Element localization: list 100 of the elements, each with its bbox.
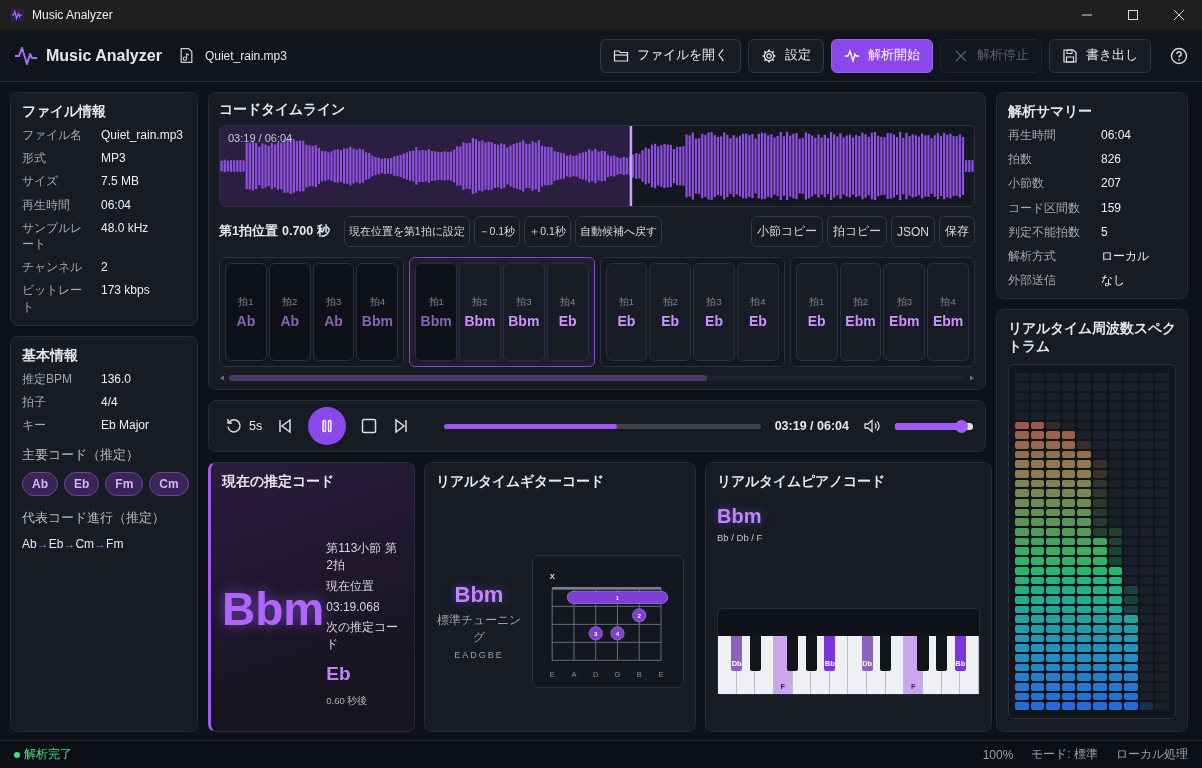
- chord-chip: Ab: [22, 472, 58, 497]
- info-value: MP3: [101, 150, 127, 167]
- info-label: 拍子: [22, 393, 47, 411]
- play-pause-button[interactable]: [308, 407, 347, 445]
- beat-cell[interactable]: 拍4 Ebm: [927, 263, 969, 362]
- time-label: 03:19 / 06:04: [228, 132, 293, 144]
- beat-cell[interactable]: 拍4 Eb: [546, 263, 589, 362]
- measure-block[interactable]: 拍1 Eb 拍2 Eb 拍3 Eb 拍4 Eb: [599, 257, 785, 368]
- panel-title: 基本情報: [22, 346, 79, 365]
- horizontal-scrollbar[interactable]: [229, 375, 965, 382]
- summary-label: 再生時間: [1008, 127, 1057, 144]
- current-chord: Bbm: [222, 582, 325, 636]
- timeline-button[interactable]: －0.1秒: [473, 216, 521, 248]
- info-value: 2: [101, 259, 109, 276]
- panel-title: リアルタイム周波数スペクトラム: [1008, 320, 1176, 357]
- timeline-button[interactable]: 保存: [939, 216, 975, 248]
- app-icon: [10, 8, 24, 22]
- piano-chord-name: Bbm: [717, 505, 763, 528]
- chord-notes: Bb / Db / F: [717, 532, 764, 543]
- beat-cell[interactable]: 拍3 Ab: [312, 263, 355, 362]
- beat-cell[interactable]: 拍3 Bbm: [502, 263, 545, 362]
- position-label: 現在位置: [326, 577, 376, 595]
- beat-cell[interactable]: 拍3 Ebm: [883, 263, 926, 362]
- status-dot-icon: [14, 751, 20, 758]
- string-label: E: [658, 669, 664, 679]
- beat-cell[interactable]: 拍2 Ab: [268, 263, 311, 362]
- measure-block[interactable]: 拍1 Eb 拍2 Ebm 拍3 Ebm 拍4 Ebm: [789, 257, 975, 368]
- timeline-button[interactable]: 拍コピー: [827, 216, 887, 248]
- beat-cell[interactable]: 拍4 Bbm: [356, 263, 399, 362]
- seek-bar[interactable]: [444, 423, 761, 429]
- toolbar-button[interactable]: 解析開始: [831, 38, 933, 73]
- scroll-left-arrow-icon[interactable]: [219, 375, 225, 382]
- save-icon: [1062, 47, 1078, 64]
- tuning-label: 標準チューニング: [436, 612, 522, 646]
- summary-value: 207: [1101, 175, 1123, 192]
- panel-title: ファイル情報: [22, 103, 107, 121]
- string-label: D: [592, 669, 599, 679]
- beat-cell[interactable]: 拍2 Eb: [649, 263, 692, 362]
- section-label: 主要コード（推定）: [22, 447, 140, 465]
- muted-string-mark: X: [549, 571, 555, 581]
- next-chord-label: 次の推定コード: [326, 619, 400, 653]
- timeline-button[interactable]: 現在位置を第1拍に設定: [343, 216, 470, 248]
- folder-icon: [613, 47, 629, 64]
- toolbar-button[interactable]: 設定: [748, 38, 824, 73]
- summary-value: なし: [1101, 272, 1126, 289]
- info-value: 136.0: [101, 370, 133, 387]
- stop-icon[interactable]: [360, 417, 379, 435]
- summary-label: 解析方式: [1008, 247, 1057, 265]
- string-label: G: [614, 669, 621, 679]
- summary-value: 5: [1101, 223, 1109, 240]
- waveform-icon: [844, 47, 860, 64]
- beat-cell[interactable]: 拍4 Eb: [736, 263, 779, 362]
- zoom-level: 100%: [982, 747, 1014, 762]
- first-beat-label: 第1拍位置: [219, 223, 278, 241]
- slider-thumb[interactable]: [955, 419, 969, 433]
- panel-title: リアルタイムピアノコード: [717, 473, 886, 491]
- replay-button[interactable]: 5s: [225, 417, 263, 435]
- info-label: ビットレート: [22, 282, 83, 315]
- summary-label: 外部送信: [1008, 272, 1057, 289]
- help-icon[interactable]: [1170, 46, 1188, 65]
- summary-label: 判定不能拍数: [1008, 223, 1081, 240]
- summary-label: 小節数: [1008, 175, 1045, 192]
- info-value: Quiet_rain.mp3: [101, 127, 185, 144]
- scroll-right-arrow-icon[interactable]: [969, 375, 975, 382]
- beat-cell[interactable]: 拍1 Bbm: [415, 263, 458, 362]
- info-label: チャンネル: [22, 259, 83, 276]
- measure-block[interactable]: 拍1 Bbm 拍2 Bbm 拍3 Bbm 拍4 Eb: [409, 257, 595, 368]
- beat-cell[interactable]: 拍3 Eb: [693, 263, 735, 362]
- info-value: 06:04: [101, 196, 133, 213]
- summary-value: 826: [1101, 151, 1123, 168]
- info-label: 再生時間: [22, 196, 71, 213]
- beat-cell[interactable]: 拍1 Eb: [795, 263, 838, 362]
- panel-title: 解析サマリー: [1008, 103, 1093, 121]
- timeline-button[interactable]: 自動候補へ戻す: [574, 216, 662, 248]
- beat-cell[interactable]: 拍1 Ab: [225, 263, 267, 362]
- mode-label: モード: 標準: [1031, 746, 1098, 763]
- processing-label: ローカル処理: [1116, 746, 1188, 763]
- waveform-view[interactable]: 03:19 / 06:04: [219, 125, 975, 207]
- section-label: 代表コード進行（推定）: [22, 510, 166, 528]
- next-chord: Eb: [326, 662, 352, 685]
- chord-progression: Ab→Eb→Cm→Fm: [22, 537, 125, 552]
- volume-icon[interactable]: [863, 417, 881, 435]
- beat-cell[interactable]: 拍2 Ebm: [839, 263, 882, 362]
- toolbar-button[interactable]: ファイルを開く: [600, 38, 741, 73]
- timeline-button[interactable]: ＋0.1秒: [524, 216, 571, 248]
- bar-beat-position: 第113小節 第2拍: [326, 540, 398, 574]
- timeline-button[interactable]: 小節コピー: [751, 216, 823, 248]
- info-value: 7.5 MB: [101, 173, 140, 190]
- summary-value: ローカル: [1101, 247, 1150, 265]
- chord-chip: Cm: [149, 472, 189, 497]
- summary-label: コード区間数: [1008, 199, 1081, 216]
- info-value: 4/4: [101, 393, 119, 411]
- info-value: 48.0 kHz: [101, 219, 150, 237]
- settings-icon: [761, 47, 777, 64]
- beat-cell[interactable]: 拍1 Eb: [605, 263, 648, 362]
- timeline-button[interactable]: JSON: [891, 216, 935, 248]
- toolbar-button[interactable]: 書き出し: [1049, 38, 1151, 73]
- beat-cell[interactable]: 拍2 Bbm: [459, 263, 501, 362]
- measure-block[interactable]: 拍1 Ab 拍2 Ab 拍3 Ab 拍4 Bbm: [219, 257, 405, 368]
- info-label: 形式: [22, 150, 47, 167]
